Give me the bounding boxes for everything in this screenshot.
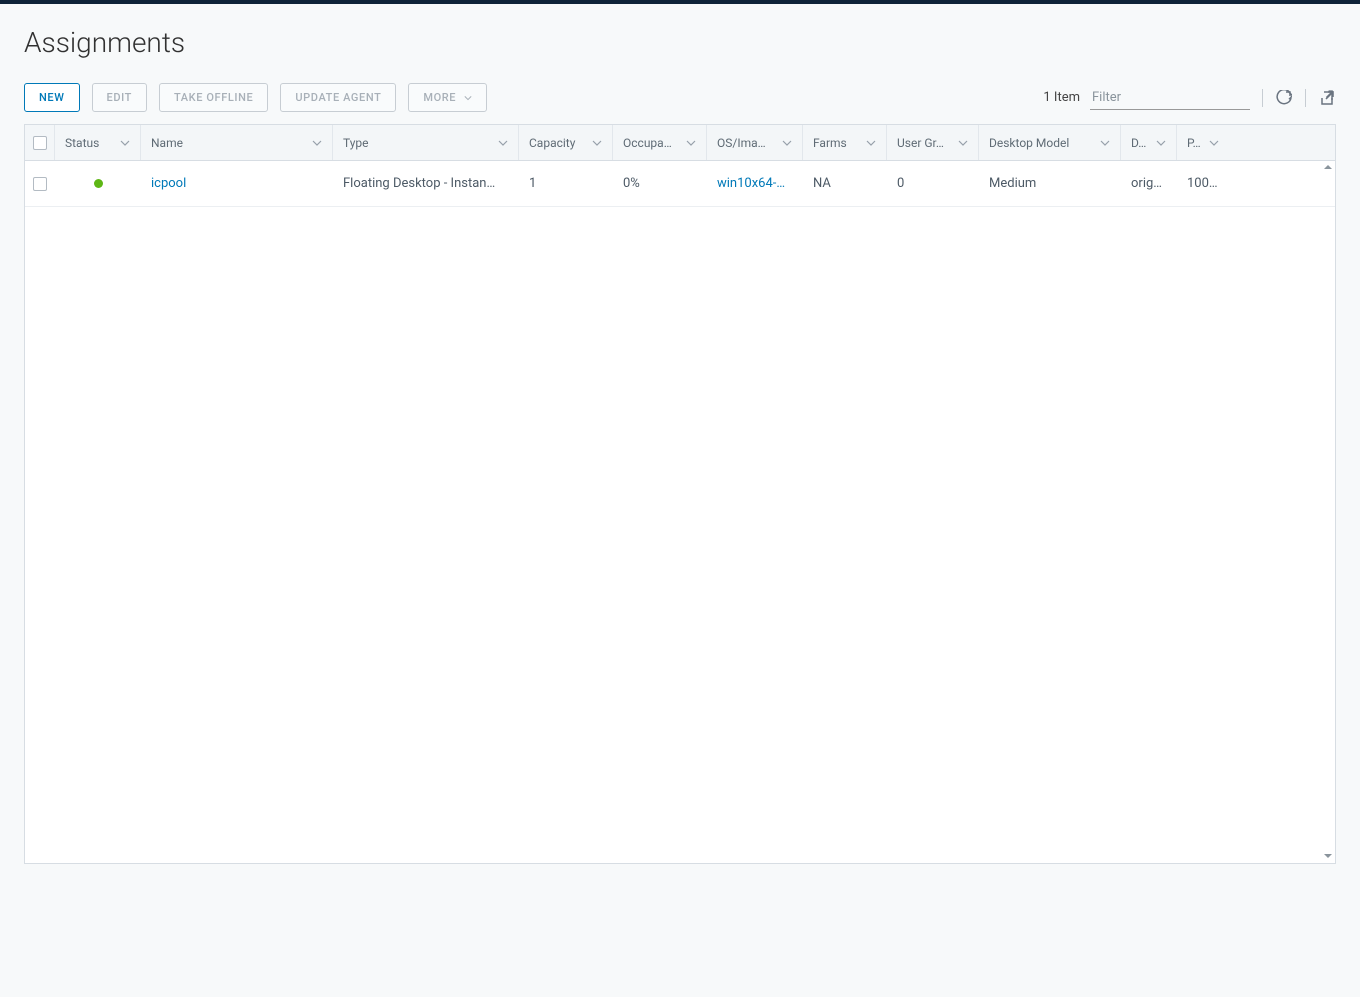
column-label: D…	[1131, 136, 1152, 150]
column-label: Desktop Model	[989, 136, 1096, 150]
caret-down-icon	[120, 138, 130, 148]
cell-capacity: 1	[519, 161, 613, 206]
divider	[1305, 89, 1306, 107]
take-offline-button[interactable]: Take Offline	[159, 83, 268, 112]
column-label: Status	[65, 136, 116, 150]
column-header-name[interactable]: Name	[141, 125, 333, 160]
cell-desktopmodel: Medium	[979, 161, 1121, 206]
more-button[interactable]: More	[408, 83, 487, 112]
export-icon[interactable]	[1318, 89, 1336, 107]
caret-down-icon	[312, 138, 322, 148]
select-all-cell	[25, 125, 55, 160]
column-header-usergroups[interactable]: User Gr…	[887, 125, 979, 160]
column-label: Capacity	[529, 136, 588, 150]
column-label: Name	[151, 136, 308, 150]
filter-input[interactable]	[1090, 86, 1250, 110]
chevron-down-icon	[464, 94, 472, 102]
column-header-d[interactable]: D…	[1121, 125, 1177, 160]
column-label: P…	[1187, 136, 1205, 150]
item-count: 1 Item	[1043, 90, 1080, 105]
column-header-p[interactable]: P…	[1177, 125, 1229, 160]
caret-down-icon	[1156, 138, 1166, 148]
column-label: Farms	[813, 136, 862, 150]
caret-down-icon	[1209, 138, 1219, 148]
scroll-down-icon[interactable]	[1323, 851, 1333, 861]
column-label: OS/Ima…	[717, 136, 778, 150]
caret-down-icon	[866, 138, 876, 148]
cell-osimage: win10x64-…	[707, 161, 803, 206]
caret-down-icon	[1100, 138, 1110, 148]
cell-status	[55, 161, 141, 206]
status-dot-icon	[94, 179, 103, 188]
cell-d: orig…	[1121, 161, 1177, 206]
edit-button[interactable]: Edit	[92, 83, 147, 112]
page-content: Assignments New Edit Take Offline Update…	[0, 26, 1360, 864]
top-bar	[0, 0, 1360, 4]
column-label: Occupa…	[623, 136, 682, 150]
scroll-up-icon[interactable]	[1323, 163, 1333, 173]
cell-name: icpool	[141, 161, 333, 206]
refresh-icon[interactable]	[1275, 89, 1293, 107]
column-header-occupancy[interactable]: Occupa…	[613, 125, 707, 160]
cell-farms: NA	[803, 161, 887, 206]
caret-down-icon	[498, 138, 508, 148]
column-header-desktopmodel[interactable]: Desktop Model	[979, 125, 1121, 160]
grid-body: icpool Floating Desktop - Instan… 1 0% w…	[25, 161, 1335, 863]
cell-usergroups: 0	[887, 161, 979, 206]
update-agent-button[interactable]: Update Agent	[280, 83, 396, 112]
table-row[interactable]: icpool Floating Desktop - Instan… 1 0% w…	[25, 161, 1335, 207]
column-header-capacity[interactable]: Capacity	[519, 125, 613, 160]
column-header-status[interactable]: Status	[55, 125, 141, 160]
assignment-name-link[interactable]: icpool	[151, 176, 186, 191]
osimage-link[interactable]: win10x64-…	[717, 176, 785, 191]
column-label: Type	[343, 136, 494, 150]
toolbar-right: 1 Item	[1043, 86, 1336, 110]
new-button[interactable]: New	[24, 83, 80, 112]
caret-down-icon	[592, 138, 602, 148]
column-header-osimage[interactable]: OS/Ima…	[707, 125, 803, 160]
select-all-checkbox[interactable]	[33, 136, 47, 150]
cell-p: 100…	[1177, 161, 1229, 206]
grid-header: Status Name Type Capacity Occupa… OS/Ima…	[25, 125, 1335, 161]
column-label: User Gr…	[897, 136, 954, 150]
caret-down-icon	[686, 138, 696, 148]
column-header-type[interactable]: Type	[333, 125, 519, 160]
divider	[1262, 89, 1263, 107]
toolbar: New Edit Take Offline Update Agent More …	[24, 83, 1336, 112]
page-title: Assignments	[24, 26, 1336, 59]
column-header-farms[interactable]: Farms	[803, 125, 887, 160]
more-button-label: More	[423, 91, 456, 104]
caret-down-icon	[782, 138, 792, 148]
row-checkbox-cell	[25, 161, 55, 206]
caret-down-icon	[958, 138, 968, 148]
data-grid: Status Name Type Capacity Occupa… OS/Ima…	[24, 124, 1336, 864]
cell-type: Floating Desktop - Instan…	[333, 161, 519, 206]
row-checkbox[interactable]	[33, 177, 47, 191]
cell-occupancy: 0%	[613, 161, 707, 206]
